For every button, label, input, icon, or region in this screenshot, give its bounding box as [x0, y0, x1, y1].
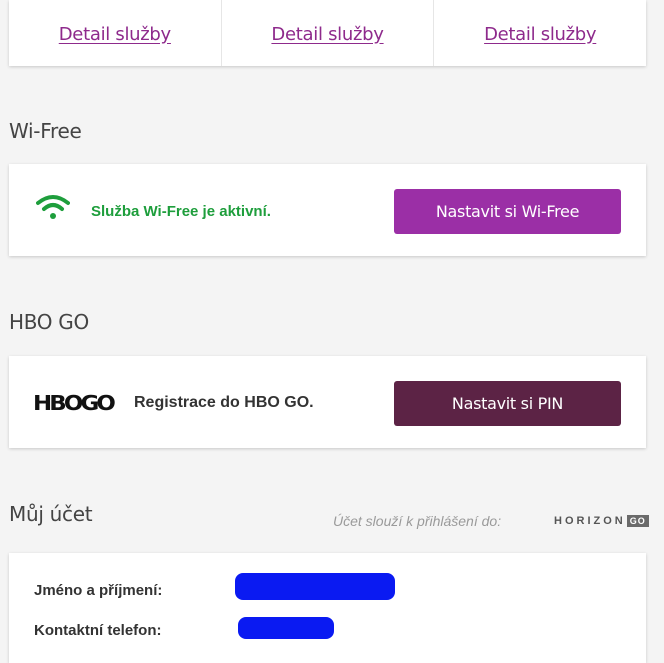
name-value-redacted [235, 573, 395, 600]
hbo-go-logo-text: HBOGO [33, 392, 115, 414]
horizon-go-logo: HORIZON GO [554, 515, 649, 527]
detail-link-1[interactable]: Detail služby [59, 24, 171, 45]
hbo-registration-text: Registrace do HBO GO. [134, 394, 314, 411]
detail-link-3[interactable]: Detail služby [484, 24, 596, 45]
detail-column: Detail služby [434, 0, 646, 66]
wifree-section-title: Wi-Free [9, 119, 82, 143]
account-card: Jméno a příjmení: Kontaktní telefon: [9, 553, 646, 663]
phone-label: Kontaktní telefon: [34, 622, 162, 639]
horizon-word: HORIZON [554, 515, 626, 527]
wifi-icon [36, 194, 70, 225]
account-section-title: Můj účet [9, 502, 93, 526]
detail-column: Detail služby [9, 0, 222, 66]
wifree-card: Služba Wi-Free je aktivní. Nastavit si W… [9, 164, 646, 256]
account-hint-text: Účet slouží k přihlášení do: [333, 513, 502, 529]
setup-pin-button[interactable]: Nastavit si PIN [394, 381, 621, 426]
hbo-go-logo: HBOGO [33, 391, 117, 419]
detail-link-2[interactable]: Detail služby [271, 24, 383, 45]
setup-wifree-button[interactable]: Nastavit si Wi-Free [394, 189, 621, 234]
detail-column: Detail služby [222, 0, 435, 66]
phone-value-redacted [238, 617, 334, 639]
hbo-section-title: HBO GO [9, 310, 89, 334]
hbo-card: HBOGO Registrace do HBO GO. Nastavit si … [9, 356, 646, 448]
horizon-go-badge: GO [626, 515, 649, 527]
name-label: Jméno a příjmení: [34, 582, 163, 599]
service-details-card: Detail služby Detail služby Detail služb… [9, 0, 646, 66]
wifree-status-text: Služba Wi-Free je aktivní. [91, 203, 271, 220]
